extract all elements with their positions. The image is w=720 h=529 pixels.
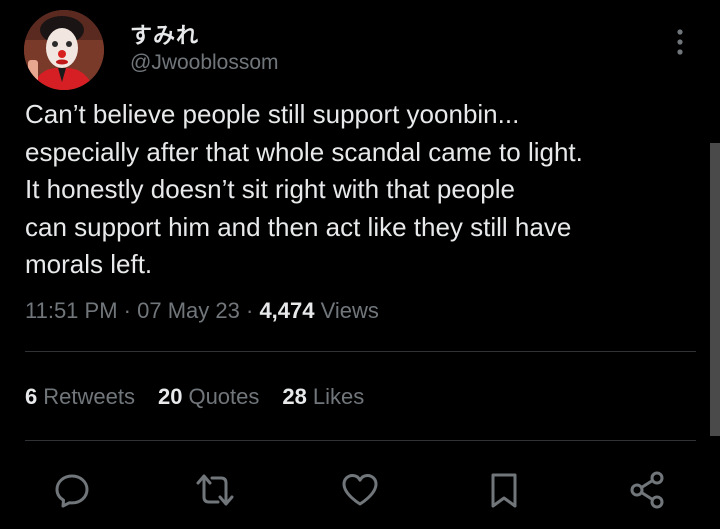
heart-icon	[342, 474, 378, 506]
meta-separator: ·	[123, 298, 131, 323]
share-button[interactable]	[625, 470, 669, 510]
quotes-count: 20	[157, 384, 183, 409]
more-options-button[interactable]	[664, 24, 696, 60]
bookmark-icon	[491, 473, 517, 508]
views-label: Views	[320, 298, 379, 323]
tweet-metadata: 11:51 PM · 07 May 23 · 4,474 Views	[25, 298, 379, 324]
meta-separator: ·	[245, 298, 254, 323]
bookmark-button[interactable]	[482, 470, 526, 510]
retweets-count: 6	[25, 384, 38, 409]
scrollbar[interactable]	[710, 143, 720, 436]
engagement-stats: 6 Retweets 20 Quotes 28 Likes	[25, 384, 364, 410]
retweet-icon	[196, 474, 234, 506]
retweets-label: Retweets	[43, 384, 135, 409]
avatar-image	[24, 10, 104, 90]
tweet-time[interactable]: 11:51 PM	[25, 298, 118, 323]
like-button[interactable]	[338, 470, 382, 510]
reply-button[interactable]	[50, 470, 94, 510]
avatar[interactable]	[24, 10, 104, 90]
more-vertical-icon	[677, 29, 683, 55]
divider-top	[25, 351, 696, 352]
likes-count: 28	[282, 384, 307, 409]
quotes-stat[interactable]: 20 Quotes	[158, 384, 259, 410]
likes-label: Likes	[312, 384, 365, 409]
views-count: 4,474	[259, 298, 315, 323]
quotes-label: Quotes	[188, 384, 260, 409]
tweet-text: Can’t believe people still support yoonb…	[25, 99, 583, 279]
display-name[interactable]: すみれ	[130, 18, 199, 50]
user-handle[interactable]: @Jwooblossom	[130, 51, 279, 75]
share-icon	[630, 471, 664, 509]
likes-stat[interactable]: 28 Likes	[282, 384, 364, 410]
retweets-stat[interactable]: 6 Retweets	[25, 384, 135, 410]
reply-icon	[55, 474, 89, 508]
tweet-actions	[0, 470, 720, 510]
divider-bottom	[25, 440, 696, 441]
tweet-date[interactable]: 07 May 23	[137, 298, 240, 323]
retweet-button[interactable]	[193, 470, 237, 510]
